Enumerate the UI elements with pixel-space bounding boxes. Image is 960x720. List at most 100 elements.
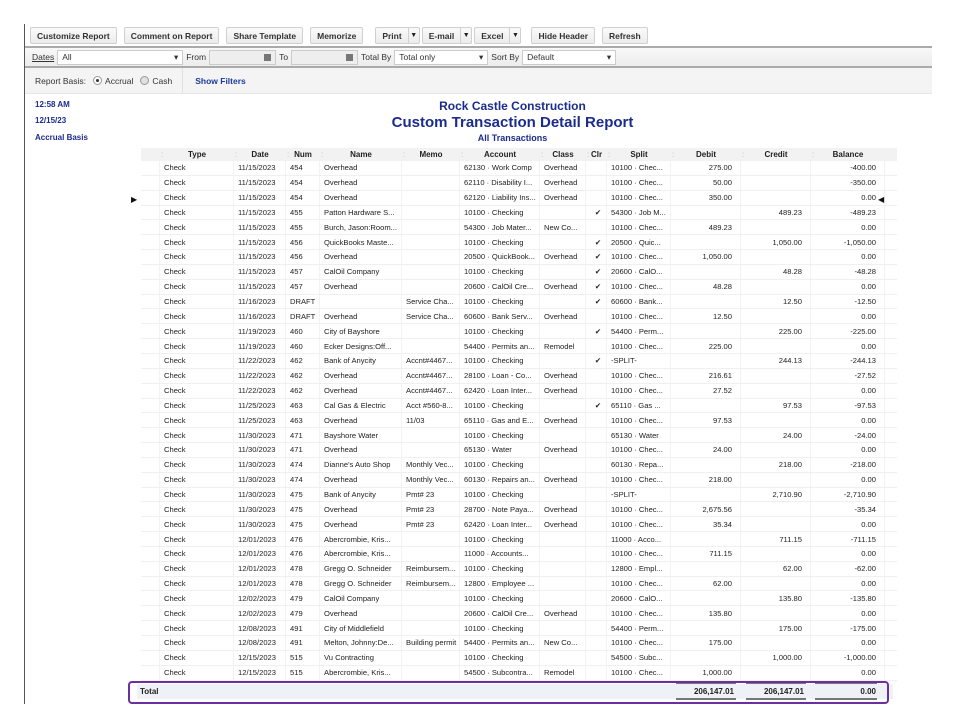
- table-row[interactable]: Check 12/02/2023 479 CalOil Company 10100 · …: [141, 591, 897, 607]
- column-header-memo[interactable]: Memo: [402, 150, 460, 159]
- calendar-icon[interactable]: [346, 53, 354, 61]
- cell-debit: [671, 621, 741, 635]
- table-row[interactable]: Check 11/30/2023 475 Bank of Anycity Pmt# 23…: [141, 487, 897, 503]
- table-row[interactable]: Check 11/30/2023 475 Overhead Pmt# 23 62420 ·…: [141, 517, 897, 533]
- column-header-class[interactable]: Class: [540, 150, 586, 159]
- print-dropdown-arrow[interactable]: ▼: [407, 27, 420, 44]
- table-row[interactable]: Check 11/15/2023 454 Overhead 62130 · Work C…: [141, 161, 897, 176]
- refresh-button[interactable]: Refresh: [602, 27, 648, 44]
- column-header-debit[interactable]: Debit: [671, 150, 741, 159]
- table-row[interactable]: Check 11/15/2023 455 Patton Hardware S... 10…: [141, 205, 897, 221]
- excel-button[interactable]: Excel: [474, 27, 510, 44]
- from-date-input[interactable]: [209, 49, 277, 65]
- cell-balance: -350.00: [811, 175, 885, 190]
- table-row[interactable]: Check 11/30/2023 471 Bayshore Water 10100 · …: [141, 428, 897, 444]
- table-row[interactable]: Check 11/15/2023 456 QuickBooks Maste... 101…: [141, 235, 897, 251]
- table-row[interactable]: Check 11/15/2023 454 Overhead 62120 · Liabil…: [141, 190, 897, 206]
- table-row[interactable]: Check 12/01/2023 478 Gregg O. Schneider Reim…: [141, 576, 897, 592]
- cell-balance: 0.00: [811, 309, 885, 324]
- table-row[interactable]: Check 12/01/2023 476 Abercrombie, Kris... 10…: [141, 532, 897, 547]
- accrual-label[interactable]: Accrual: [105, 76, 133, 86]
- column-header-clr[interactable]: Clr: [586, 150, 607, 159]
- table-row[interactable]: Check 11/22/2023 462 Overhead Accnt#4467... 2…: [141, 368, 897, 384]
- show-filters-link[interactable]: Show Filters: [195, 76, 246, 86]
- dates-label: Dates: [32, 52, 55, 62]
- memorize-button[interactable]: Memorize: [310, 27, 364, 44]
- excel-dropdown-arrow[interactable]: ▼: [509, 27, 522, 44]
- dates-select[interactable]: All ▾: [57, 49, 184, 65]
- table-row[interactable]: Check 11/16/2023 DRAFT Overhead Service Cha.…: [141, 309, 897, 325]
- cash-radio[interactable]: [140, 76, 150, 85]
- table-row[interactable]: Check 11/30/2023 474 Dianne's Auto Shop Mont…: [141, 457, 897, 473]
- table-row[interactable]: Check 12/01/2023 476 Abercrombie, Kris... 11…: [141, 546, 897, 562]
- table-row[interactable]: Check 11/22/2023 462 Bank of Anycity Accnt#4…: [141, 353, 897, 369]
- table-row[interactable]: Check 12/08/2023 491 Melton, Johnny:De... Bu…: [141, 636, 897, 651]
- report-rows: Check 11/15/2023 454 Overhead 62130 · Work C…: [141, 161, 897, 681]
- table-row[interactable]: Check 11/25/2023 463 Overhead 11/03 65110 · G…: [141, 413, 897, 429]
- email-button[interactable]: E-mail: [421, 27, 461, 44]
- table-row[interactable]: Check 12/15/2023 515 Abercrombie, Kris... 54…: [141, 665, 897, 681]
- table-row[interactable]: Check 11/22/2023 462 Overhead Accnt#4467... 6…: [141, 383, 897, 399]
- table-row[interactable]: Check 11/19/2023 460 Ecker Designs:Off... 54…: [141, 339, 897, 354]
- table-row[interactable]: Check 12/15/2023 515 Vu Contracting 10100 · …: [141, 650, 897, 666]
- table-row[interactable]: Check 11/30/2023 474 Overhead Monthly Vec...…: [141, 472, 897, 488]
- cell-date: 11/15/2023: [234, 190, 286, 205]
- column-header-account[interactable]: Account: [460, 150, 540, 159]
- table-row[interactable]: Check 11/15/2023 457 Overhead 20600 · CalOil…: [141, 279, 897, 295]
- email-dropdown-arrow[interactable]: ▼: [460, 27, 473, 44]
- print-button[interactable]: Print: [375, 27, 408, 44]
- calendar-icon[interactable]: [264, 53, 272, 61]
- table-row[interactable]: Check 12/01/2023 478 Gregg O. Schneider Reim…: [141, 561, 897, 577]
- cell-balance: 0.00: [811, 665, 885, 680]
- cleared-check-icon: ✔: [586, 235, 607, 250]
- table-row[interactable]: Check 11/15/2023 456 Overhead 20500 · QuickB…: [141, 250, 897, 265]
- table-row[interactable]: Check 12/08/2023 491 City of Middlefield 101…: [141, 621, 897, 636]
- column-header-name[interactable]: Name: [320, 150, 402, 159]
- cell-split: 10100 · Chec...: [607, 443, 671, 457]
- accrual-radio[interactable]: [93, 76, 103, 85]
- cell-type: Check: [160, 190, 234, 205]
- cell-name: Overhead: [320, 175, 402, 190]
- cell-clr: [586, 190, 607, 205]
- cell-memo: [402, 175, 460, 190]
- column-header-credit[interactable]: Credit: [741, 150, 811, 159]
- total-by-select[interactable]: Total only ▾: [394, 49, 489, 65]
- cell-debit: [671, 591, 741, 606]
- table-row[interactable]: Check 12/02/2023 479 Overhead 20600 · CalOil…: [141, 606, 897, 622]
- table-row[interactable]: Check 11/16/2023 DRAFT Service Cha... 10100 …: [141, 294, 897, 310]
- report-basis-text: Accrual Basis: [35, 133, 88, 142]
- sort-by-select[interactable]: Default ▾: [522, 49, 617, 65]
- hide-header-button[interactable]: Hide Header: [531, 27, 596, 44]
- cell-date: 11/15/2023: [234, 161, 286, 175]
- column-header-type[interactable]: Type: [160, 150, 234, 159]
- table-row[interactable]: Check 11/15/2023 454 Overhead 62110 · Disabi…: [141, 175, 897, 191]
- comment-on-report-button[interactable]: Comment on Report: [123, 27, 220, 44]
- cell-account: 10100 · Checking: [460, 428, 540, 443]
- customize-report-button[interactable]: Customize Report: [30, 27, 117, 44]
- table-row[interactable]: Check 11/25/2023 463 Cal Gas & Electric Acct…: [141, 398, 897, 414]
- cell-credit: 135.80: [741, 591, 811, 606]
- cell-num: 471: [286, 443, 320, 457]
- row-gutter: [141, 650, 160, 665]
- column-header-num[interactable]: Num: [286, 150, 320, 159]
- table-row[interactable]: Check 11/15/2023 457 CalOil Company 10100 · …: [141, 264, 897, 280]
- table-row[interactable]: Check 11/19/2023 460 City of Bayshore 10100 …: [141, 324, 897, 340]
- column-header-split[interactable]: Split: [607, 150, 671, 159]
- cell-type: Check: [160, 665, 234, 680]
- column-header-balance[interactable]: Balance: [811, 150, 885, 159]
- table-row[interactable]: Check 11/30/2023 471 Overhead 65130 · Water O…: [141, 443, 897, 458]
- cell-credit: 175.00: [741, 621, 811, 635]
- cell-type: Check: [160, 591, 234, 606]
- share-template-button[interactable]: Share Template: [226, 27, 304, 44]
- row-gutter: [141, 175, 160, 190]
- balance-marker-icon: ◀: [878, 195, 885, 204]
- table-row[interactable]: Check 11/30/2023 475 Overhead Pmt# 23 28700 ·…: [141, 502, 897, 518]
- cell-date: 12/01/2023: [234, 532, 286, 546]
- column-header-date[interactable]: Date: [234, 150, 286, 159]
- row-gutter: [141, 279, 160, 294]
- table-row[interactable]: Check 11/15/2023 455 Burch, Jason:Room... 54…: [141, 220, 897, 236]
- to-date-input[interactable]: [291, 49, 359, 65]
- cash-label[interactable]: Cash: [152, 76, 172, 86]
- cell-memo: [402, 339, 460, 353]
- cell-name: Overhead: [320, 279, 402, 294]
